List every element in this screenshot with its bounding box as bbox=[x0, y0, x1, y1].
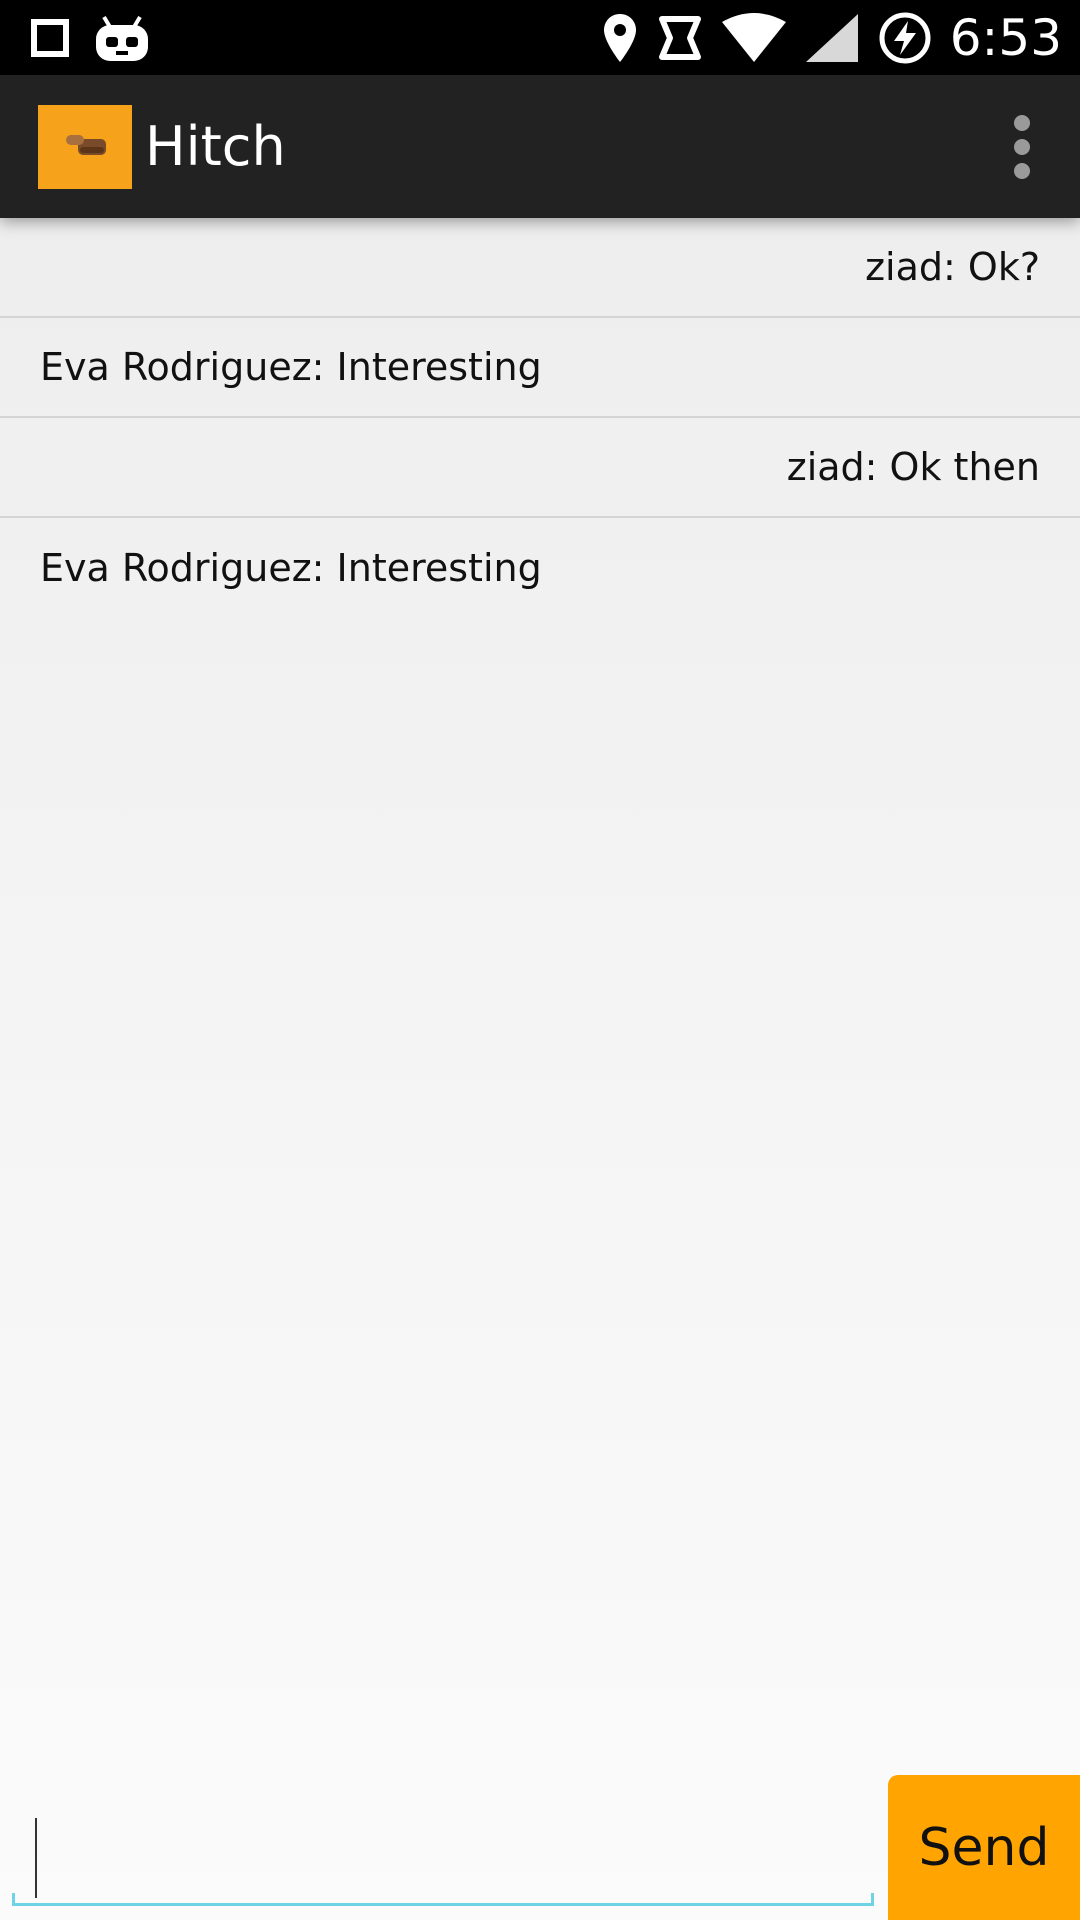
message-row: ziad: Ok? bbox=[0, 218, 1080, 318]
send-button[interactable]: Send bbox=[888, 1775, 1080, 1920]
wifi-icon bbox=[721, 12, 786, 64]
status-notifications bbox=[30, 10, 150, 66]
message-text: ziad: Ok then bbox=[786, 445, 1040, 489]
action-bar: Hitch bbox=[0, 75, 1080, 218]
input-underline bbox=[12, 1903, 874, 1906]
app-logo[interactable] bbox=[38, 105, 132, 189]
message-composer: Send bbox=[0, 1775, 1080, 1920]
message-row: Eva Rodriguez: Interesting bbox=[0, 518, 1080, 618]
message-text: ziad: Ok? bbox=[865, 245, 1040, 289]
status-system-icons: 6:53 bbox=[602, 6, 1062, 70]
message-text: Eva Rodriguez: Interesting bbox=[40, 546, 542, 590]
square-notification-icon bbox=[30, 18, 70, 58]
input-underline-right bbox=[871, 1893, 874, 1905]
message-row: ziad: Ok then bbox=[0, 418, 1080, 518]
message-input[interactable] bbox=[12, 1780, 874, 1880]
status-bar: 6:53 bbox=[0, 0, 1080, 75]
overflow-menu-icon[interactable] bbox=[1002, 115, 1042, 179]
thumbs-up-hitchhike-icon bbox=[60, 125, 110, 169]
message-text: Eva Rodriguez: Interesting bbox=[40, 345, 542, 389]
location-pin-icon bbox=[602, 12, 638, 64]
robot-notification-icon bbox=[94, 13, 150, 63]
text-caret bbox=[35, 1818, 37, 1898]
nfc-icon bbox=[656, 13, 704, 63]
message-list[interactable]: ziad: Ok? Eva Rodriguez: Interesting zia… bbox=[0, 218, 1080, 618]
signal-icon bbox=[804, 12, 860, 64]
battery-charging-icon bbox=[878, 11, 932, 65]
app-title: Hitch bbox=[145, 115, 286, 178]
status-time: 6:53 bbox=[949, 9, 1062, 67]
message-row: Eva Rodriguez: Interesting bbox=[0, 318, 1080, 418]
